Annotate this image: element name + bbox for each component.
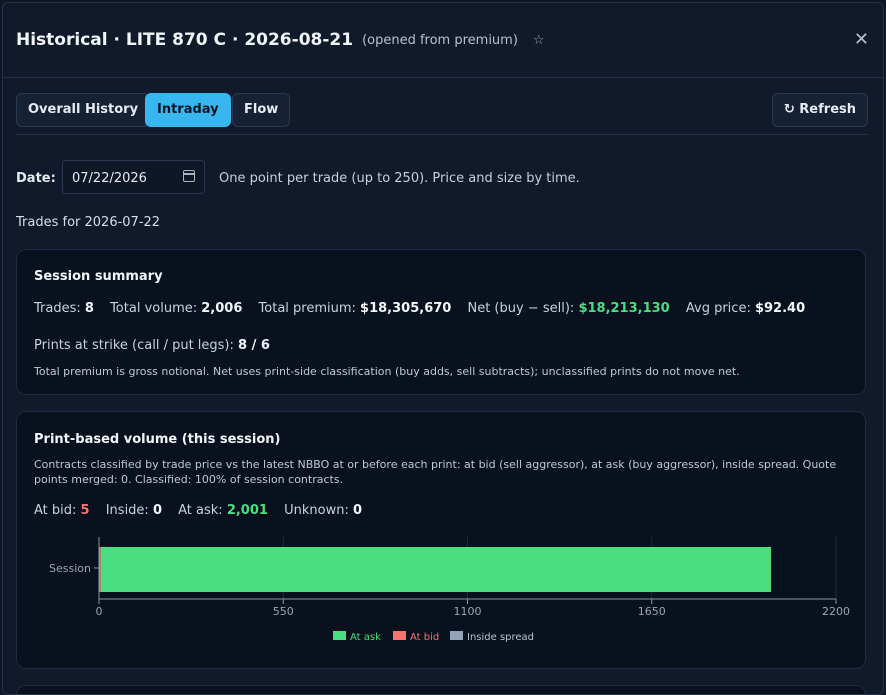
session-summary-card: Session summary Trades: 8 Total volume: …: [16, 249, 866, 395]
divider: [16, 134, 868, 135]
refresh-button[interactable]: ↻ Refresh: [771, 93, 868, 127]
modal-header: Historical · LITE 870 C · 2026-08-21 (op…: [3, 3, 883, 78]
prints-row: Prints at strike (call / put legs): 8 / …: [34, 338, 270, 353]
prints-label: Prints at strike (call / put legs):: [34, 338, 234, 353]
x-tick-label: 0: [96, 605, 103, 618]
legend-label: At ask: [350, 632, 381, 643]
modal-title: Historical · LITE 870 C · 2026-08-21: [16, 30, 354, 50]
legend-swatch: [333, 631, 346, 640]
prints-value: 8 / 6: [238, 338, 270, 353]
premium-value: $18,305,670: [360, 301, 452, 316]
summary-stats-row: Trades: 8 Total volume: 2,006 Total prem…: [34, 301, 805, 316]
x-tick-label: 1650: [638, 605, 666, 618]
calendar-icon[interactable]: [183, 170, 195, 182]
net-value: $18,213,130: [578, 301, 670, 316]
bar-at-bid: [99, 547, 101, 592]
print-volume-chart: Session 0 550 1100 1650 2200 At ask At bid Insid…: [49, 537, 850, 643]
avg-price-value: $92.40: [754, 301, 806, 316]
date-hint: One point per trade (up to 250). Price a…: [219, 171, 580, 186]
modal-subtitle: (opened from premium): [362, 32, 518, 48]
tab-overall-history[interactable]: Overall History: [16, 93, 151, 127]
premium-label: Total premium:: [258, 301, 356, 316]
trades-value: 8: [84, 301, 94, 316]
category-label: Session: [49, 562, 91, 575]
legend-label: At bid: [410, 632, 439, 643]
tab-bar: Overall History Intraday Flow ↻ Refresh: [16, 93, 868, 127]
summary-note: Total premium is gross notional. Net use…: [34, 365, 740, 378]
star-icon[interactable]: ☆: [533, 33, 545, 48]
date-label: Date:: [16, 171, 56, 186]
next-card: [16, 685, 866, 694]
date-row: Date: 07/22/2026 One point per trade (up…: [16, 160, 870, 196]
session-summary-title: Session summary: [34, 269, 163, 284]
date-value: 07/22/2026: [72, 171, 147, 186]
historical-modal: Historical · LITE 870 C · 2026-08-21 (op…: [2, 2, 884, 695]
tab-flow[interactable]: Flow: [232, 93, 291, 127]
x-tick-label: 550: [273, 605, 294, 618]
legend-label: Inside spread: [467, 632, 534, 643]
bar-at-ask: [100, 547, 772, 592]
tab-intraday[interactable]: Intraday: [145, 93, 231, 127]
net-label: Net (buy − sell):: [467, 301, 575, 316]
trades-label: Trades:: [34, 301, 81, 316]
legend-swatch: [450, 631, 463, 640]
date-input[interactable]: 07/22/2026: [62, 160, 205, 194]
close-icon[interactable]: ✕: [854, 29, 869, 50]
trades-for-label: Trades for 2026-07-22: [16, 215, 161, 230]
x-tick-label: 2200: [822, 605, 850, 618]
avg-price-label: Avg price:: [685, 301, 751, 316]
volume-label: Total volume:: [110, 301, 198, 316]
print-volume-card: Print-based volume (this session) Contra…: [16, 411, 866, 669]
x-tick-label: 1100: [454, 605, 482, 618]
legend-swatch: [393, 631, 406, 640]
volume-value: 2,006: [201, 301, 243, 316]
